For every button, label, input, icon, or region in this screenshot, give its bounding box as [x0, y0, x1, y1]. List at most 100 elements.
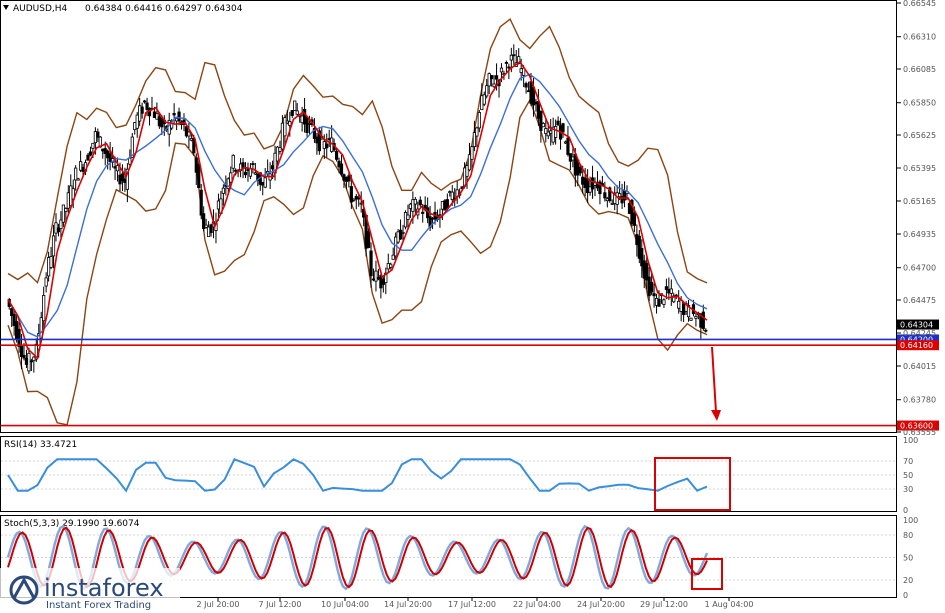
candle-body — [123, 178, 127, 183]
price-tick-label: 0.64475 — [903, 296, 936, 305]
candle-body — [155, 113, 159, 120]
candle-body — [202, 213, 206, 230]
time-tick-label: 1 Aug 04:00 — [705, 600, 754, 609]
candle-body — [115, 165, 120, 172]
trading-chart[interactable]: 0.642000.641600.636000.64304 0.665450.66… — [0, 0, 945, 613]
candle-body — [243, 171, 248, 176]
stoch-level-label: 50 — [903, 554, 913, 563]
candle-body — [640, 248, 644, 267]
candle-body — [108, 153, 112, 162]
candle-body — [10, 308, 14, 317]
candle-body — [263, 177, 267, 188]
candle-body — [197, 163, 201, 188]
candle-body — [366, 231, 371, 248]
candle-body — [352, 198, 356, 201]
candle-body — [261, 181, 265, 186]
candle-body — [490, 75, 494, 80]
candle-body — [657, 298, 661, 307]
candle-body — [157, 116, 161, 127]
candle-body — [526, 90, 531, 93]
candle-body — [482, 94, 486, 105]
time-tick-label: 29 Jul 12:00 — [640, 600, 688, 609]
candle-body — [509, 54, 513, 61]
candle-body — [24, 358, 29, 365]
candle-body — [325, 143, 329, 149]
candle-body — [677, 300, 681, 309]
candle-body — [300, 115, 304, 124]
candle-body — [347, 175, 351, 182]
candle-body — [59, 219, 63, 229]
candle-body — [49, 256, 53, 268]
candle-body — [280, 122, 285, 150]
candle-body — [440, 201, 445, 210]
stoch-level-label: 80 — [903, 531, 913, 540]
candle-body — [539, 110, 543, 131]
price-tick-label: 0.65850 — [903, 99, 936, 108]
candle-body — [492, 83, 496, 88]
candle-body — [135, 114, 139, 129]
candle-body — [322, 141, 326, 149]
candle-body — [704, 329, 708, 332]
candle-body — [66, 192, 70, 209]
candle-body — [74, 167, 78, 181]
candle-body — [413, 198, 417, 205]
candle-body — [519, 68, 523, 73]
candle-body — [86, 154, 90, 161]
candle-body — [103, 148, 107, 155]
candle-body — [42, 295, 46, 322]
candle-body — [443, 200, 447, 211]
candle-body — [79, 161, 83, 171]
candle-body — [563, 141, 568, 144]
candle-body — [605, 198, 609, 202]
candle-body — [588, 186, 592, 193]
candle-body — [546, 131, 550, 137]
candle-body — [411, 199, 415, 212]
price-tick-label: 0.63780 — [903, 396, 936, 405]
candle-body — [689, 317, 693, 321]
candle-body — [566, 137, 570, 155]
candle-body — [667, 289, 671, 294]
candle-body — [152, 111, 157, 118]
candle-body — [206, 226, 211, 237]
candle-body — [337, 160, 341, 168]
candle-body — [22, 354, 26, 359]
candle-body — [652, 293, 656, 297]
candle-body — [253, 172, 257, 175]
ohlc-readout: 0.64384 0.64416 0.64297 0.64304 — [85, 4, 243, 14]
candle-body — [283, 117, 287, 137]
candle-body — [234, 169, 238, 172]
candle-body — [251, 163, 255, 165]
main-price-panel — [0, 0, 897, 433]
candle-body — [278, 147, 282, 152]
candle-body — [61, 204, 65, 223]
candle-body — [64, 208, 68, 212]
time-axis: 2 Jul 20:00 7 Jul 12:00 10 Jul 04:00 14 Jul… — [197, 597, 754, 609]
candle-body — [145, 102, 149, 110]
candle-body — [270, 165, 275, 170]
candle-body — [357, 197, 361, 200]
candle-body — [204, 224, 208, 228]
candle-body — [430, 217, 435, 220]
watermark-brand: instaforex — [44, 574, 164, 602]
candle-body — [662, 299, 666, 305]
rsi-level-label: 50 — [903, 471, 913, 480]
price-tick-label: 0.65165 — [903, 197, 936, 206]
candle-body — [32, 356, 36, 362]
candle-body — [386, 263, 390, 270]
candle-body — [369, 250, 373, 277]
candle-body — [485, 85, 489, 97]
candle-body — [354, 196, 358, 200]
candle-body — [470, 146, 474, 160]
candle-body — [618, 193, 622, 198]
time-tick-label: 10 Jul 04:00 — [321, 600, 369, 609]
watermark-tagline: Instant Forex Trading — [46, 600, 151, 611]
candle-body — [194, 157, 198, 173]
candle-body — [44, 277, 48, 287]
candle-body — [199, 189, 203, 216]
time-tick-label: 22 Jul 04:00 — [513, 600, 561, 609]
level-tag-label: 0.64160 — [900, 341, 933, 350]
candle-body — [627, 202, 632, 214]
rsi-label: RSI(14) 33.4721 — [4, 440, 77, 450]
symbol-label: AUDUSD,H4 — [13, 4, 68, 14]
candle-body — [344, 177, 349, 182]
